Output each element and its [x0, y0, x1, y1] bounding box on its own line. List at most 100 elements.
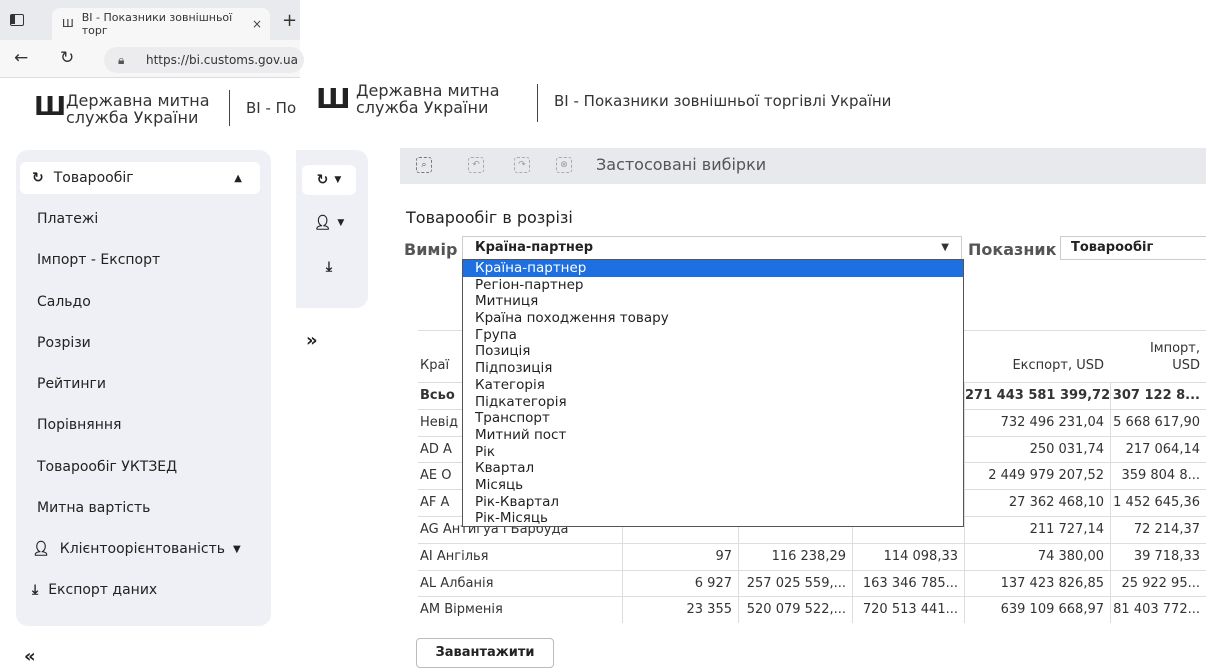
sidebar-item-label: Товарообіг	[53, 170, 134, 186]
dropdown-option[interactable]: Регіон-партнер	[463, 277, 963, 294]
indicator-label: Показник	[968, 240, 1057, 259]
app-title-main: BI - Показники зовнішньої торгівлі Украї…	[554, 92, 892, 110]
sidebar-item-turnover-uktzed[interactable]: Товарообіг УКТЗЕД	[37, 459, 177, 475]
sidebar-item-client[interactable]: 👤︎ Клієнтоорієнтованість ▼	[32, 541, 241, 557]
tab-title: BI - Показники зовнішньої торг	[81, 11, 233, 37]
table-cell-c2: 257 025 559,...	[738, 570, 852, 597]
url-text: https://bi.customs.gov.ua	[146, 53, 298, 67]
dropdown-arrow-icon: ▼	[941, 242, 949, 253]
dropdown-option[interactable]: Рік-Квартал	[463, 494, 963, 511]
app-title-left: BI - По	[246, 99, 297, 117]
table-cell-name: AM Вірменія	[420, 602, 503, 618]
sidebar-item-import-export[interactable]: Імпорт - Експорт	[37, 252, 160, 268]
table-row[interactable]: AM Вірменія 23 355 520 079 522,... 720 513 …	[418, 596, 1206, 624]
dropdown-option[interactable]: Митниця	[463, 293, 963, 310]
dropdown-option[interactable]: Група	[463, 327, 963, 344]
dropdown-option[interactable]: Країна походження товару	[463, 310, 963, 327]
url-field[interactable]: 🔒︎ https://bi.customs.gov.ua	[104, 47, 304, 73]
table-row[interactable]: AI Ангілья 97 116 238,29 114 098,33 74 380,0…	[418, 542, 1206, 570]
table-cell-c4: 732 496 231,04	[964, 409, 1110, 436]
column-header-export[interactable]: Експорт, USD	[964, 357, 1104, 374]
browser-tabstrip: Ш BI - Показники зовнішньої торг × +	[0, 0, 300, 40]
sidebar-item-sections[interactable]: Розрізи	[37, 335, 91, 351]
sidebar-item-comparison[interactable]: Порівняння	[37, 417, 121, 433]
download-tray-rail-icon: ⤓	[325, 259, 333, 275]
org-name-left: Державна митна служба України	[66, 92, 210, 126]
dropdown-option[interactable]: Позиція	[463, 343, 963, 360]
sidebar-item-client-label: Клієнтоорієнтованість	[59, 541, 225, 557]
sidebar-item-export-data[interactable]: ⤓ Експорт даних	[32, 582, 157, 598]
new-tab-icon[interactable]: +	[282, 10, 297, 31]
table-cell-c5: 5 668 617,90	[1110, 409, 1206, 436]
sidebar-item-payments[interactable]: Платежі	[37, 211, 98, 227]
section-title: Товарообіг в розрізі	[406, 208, 573, 227]
dropdown-option[interactable]: Категорія	[463, 377, 963, 394]
table-cell-c1: 23 355	[622, 597, 738, 624]
reload-icon[interactable]: ↻	[60, 48, 74, 68]
dropdown-option[interactable]: Рік-Місяць	[463, 510, 963, 527]
window-menu-icon[interactable]	[10, 14, 24, 26]
table-cell-c5: 72 214,37	[1110, 517, 1206, 543]
table-cell-c4: 250 031,74	[964, 436, 1110, 463]
trident-favicon-icon: Ш	[62, 17, 74, 30]
dropdown-option[interactable]: Транспорт	[463, 410, 963, 427]
trident-logo-icon: Ш	[34, 92, 67, 122]
dimension-label: Вимір	[404, 240, 458, 259]
rail-export-button[interactable]: ⤓	[302, 252, 356, 282]
dropdown-option[interactable]: Рік	[463, 444, 963, 461]
dropdown-option[interactable]: Країна-партнер	[463, 260, 963, 277]
dropdown-option[interactable]: Підкатегорія	[463, 394, 963, 411]
rail-turnover-button[interactable]: ↻ ▼	[302, 165, 356, 195]
trident-logo-main-icon: Ш	[316, 82, 351, 115]
browser-tab[interactable]: Ш BI - Показники зовнішньої торг ×	[52, 8, 270, 40]
clear-selections-icon[interactable]: ⊗	[556, 157, 572, 173]
table-cell-c2: 520 079 522,...	[738, 597, 852, 624]
table-cell-c4: 27 362 468,10	[964, 490, 1110, 517]
org-name-line1: Державна митна	[66, 91, 210, 110]
refresh-rail-icon: ↻	[316, 172, 329, 188]
indicator-select[interactable]: Товарообіг	[1060, 236, 1206, 260]
table-cell-c4: 211 727,14	[964, 517, 1110, 543]
header-divider-main	[537, 84, 538, 122]
refresh-icon: ↻	[32, 170, 44, 186]
sidebar-item-turnover[interactable]: ↻ Товарообіг ▲	[20, 162, 260, 194]
header-divider-left	[229, 90, 230, 126]
column-header-import[interactable]: Імпорт, USD	[1110, 340, 1200, 374]
table-cell-c4: 74 380,00	[964, 543, 1110, 570]
step-forward-icon[interactable]: ↷	[514, 157, 530, 173]
table-cell-name: AI Ангілья	[420, 548, 489, 564]
collapse-sidebar-icon[interactable]: «	[24, 646, 36, 667]
column-header-name[interactable]: Краї	[420, 357, 449, 374]
tab-close-icon[interactable]: ×	[252, 17, 262, 31]
sidebar-item-customs-value[interactable]: Митна вартість	[37, 500, 150, 516]
download-tray-icon: ⤓	[32, 582, 39, 598]
table-cell-c1: 97	[622, 543, 738, 570]
chevron-up-icon: ▲	[234, 172, 242, 184]
rail-client-button[interactable]: 👤︎ ▼	[302, 208, 356, 238]
dropdown-option[interactable]: Квартал	[463, 460, 963, 477]
chevron-down-icon: ▼	[233, 543, 241, 555]
org-name-main: Державна митна служба України	[356, 82, 500, 116]
dropdown-option[interactable]: Митний пост	[463, 427, 963, 444]
step-back-icon[interactable]: ↶	[468, 157, 484, 173]
back-arrow-icon[interactable]: ←	[14, 48, 28, 68]
table-cell-c4: 137 423 826,85	[964, 570, 1110, 597]
table-cell-c4: 271 443 581 399,72	[964, 383, 1110, 409]
table-cell-c3: 720 513 441...	[852, 597, 964, 624]
dimension-select[interactable]: Країна-партнер ▼	[462, 236, 962, 260]
download-button[interactable]: Завантажити	[416, 638, 554, 668]
smart-search-icon[interactable]: ⌕	[416, 157, 432, 173]
table-cell-c5: 39 718,33	[1110, 543, 1206, 570]
dimension-select-value: Країна-партнер	[475, 240, 594, 255]
applied-selections-label: Застосовані вибірки	[596, 155, 767, 174]
table-cell-c4: 2 449 979 207,52	[964, 463, 1110, 490]
table-cell-c5: 217 064,14	[1110, 436, 1206, 463]
table-cell-c2: 116 238,29	[738, 543, 852, 570]
table-row[interactable]: AL Албанія 6 927 257 025 559,... 163 346 78…	[418, 569, 1206, 597]
table-cell-c1: 6 927	[622, 570, 738, 597]
sidebar-item-ratings[interactable]: Рейтинги	[37, 376, 106, 392]
sidebar-item-balance[interactable]: Сальдо	[37, 294, 91, 310]
dropdown-option[interactable]: Підпозиція	[463, 360, 963, 377]
dropdown-option[interactable]: Місяць	[463, 477, 963, 494]
expand-sidebar-icon[interactable]: »	[306, 330, 318, 351]
